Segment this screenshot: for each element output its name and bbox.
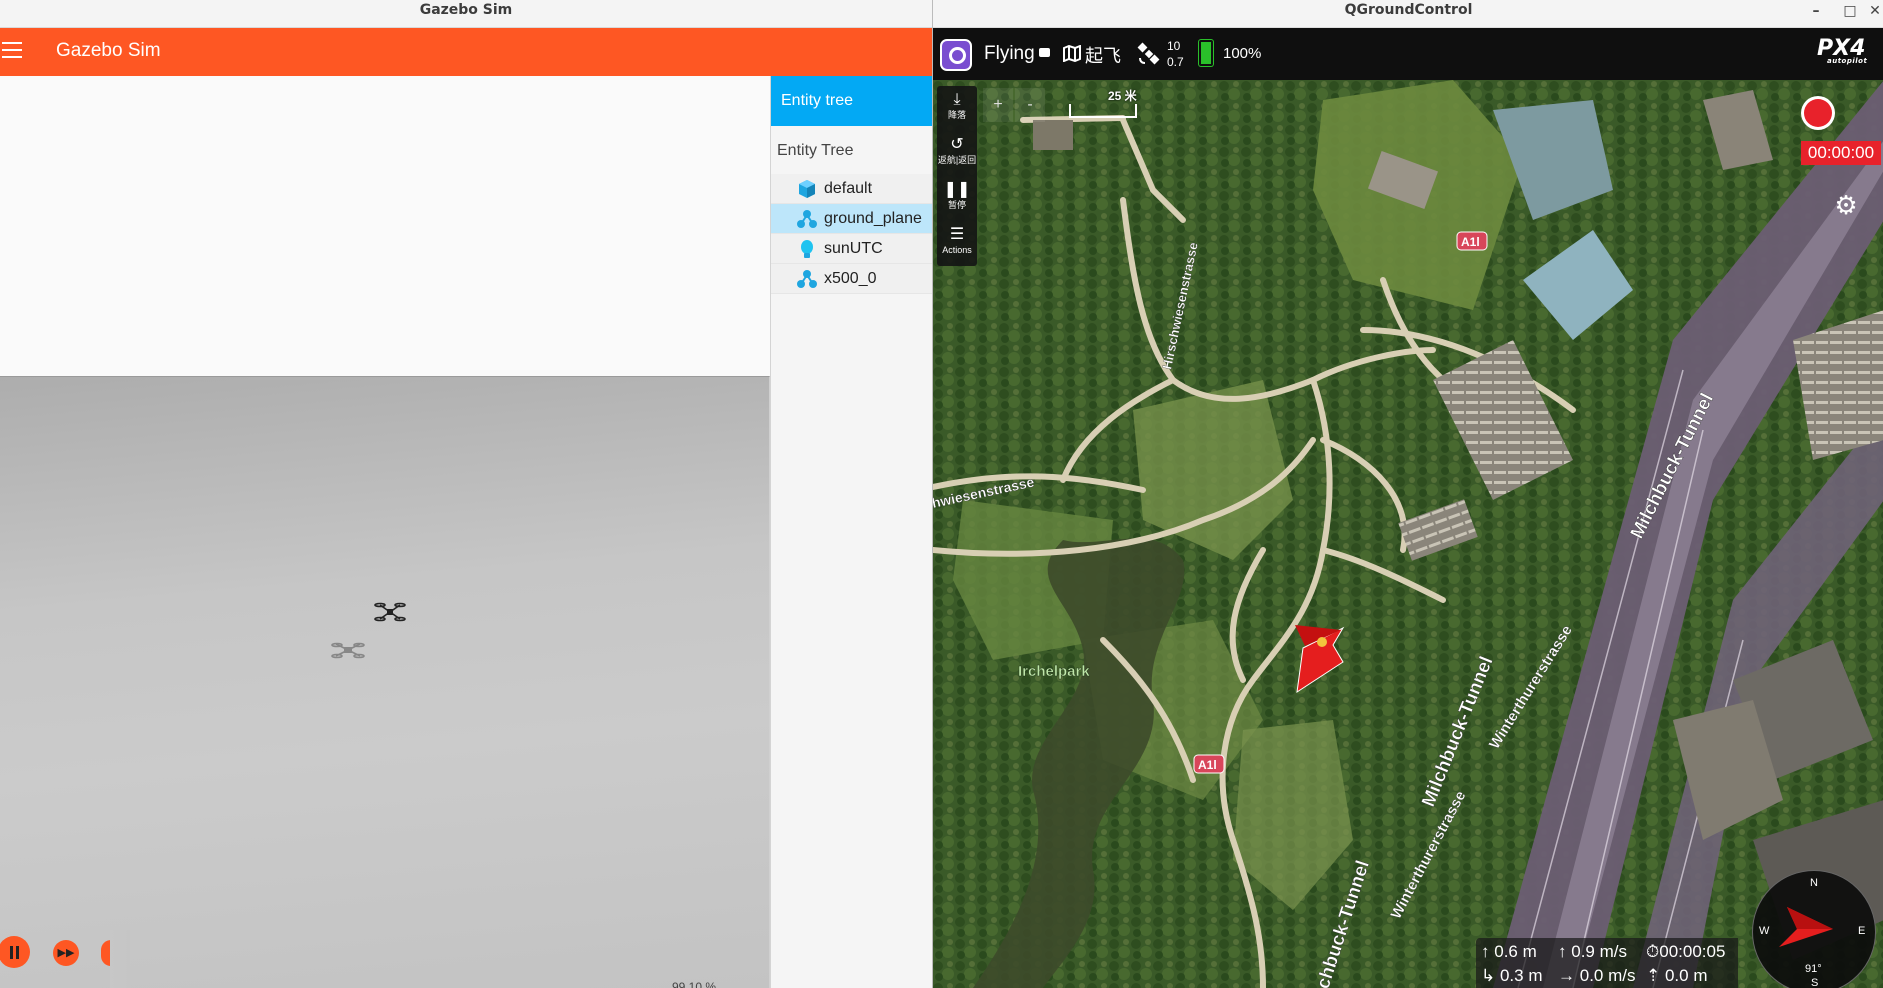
menu-icon: ☰ [949,226,965,243]
app-title: Gazebo Sim [56,40,161,61]
scene-overlay [110,930,130,988]
heading-arrow-icon [1779,907,1833,947]
model-icon [797,270,817,288]
compass-widget[interactable]: N E S W 91° [1752,870,1876,988]
drone-model [374,602,406,622]
flight-time-value: ⏱00:00:05 [1646,942,1726,961]
entity-label: x500_0 [824,270,877,287]
cube-icon [799,180,815,198]
zoom-in-button[interactable]: + [983,88,1013,122]
light-bulb-icon [801,240,813,258]
gps-hdop: 0.7 [1167,55,1184,69]
message-icon[interactable] [1039,48,1050,57]
gazebo-window-title: Gazebo Sim [0,0,932,28]
flight-mode-selector[interactable]: 起飞 [1085,42,1121,68]
flight-mode-icon [1063,45,1081,62]
land-button[interactable]: ⤓ 降落 [937,86,977,130]
entity-row-ground-plane[interactable]: ground_plane [771,204,932,234]
map-scale-label: 25 米 [1108,89,1137,103]
battery-percent: 100% [1223,45,1262,62]
entity-label: default [824,180,873,197]
return-icon: ↺ [950,136,964,153]
pause-icon: ❚❚ [943,181,971,198]
satellite-map[interactable]: Irchelpark hwiesenstrasse Hirschwiesenst… [933,80,1883,988]
vehicle-status[interactable]: Flying [984,43,1035,65]
window-title-text: QGroundControl [1344,2,1473,18]
model-icon [797,210,817,228]
map-label-park: Irchelpark [1018,663,1090,680]
compass-west: W [1759,925,1770,937]
pause-button[interactable]: ❚❚ 暂停 [937,176,977,220]
hamburger-menu-icon[interactable] [2,42,24,62]
drone-shadow [331,642,365,659]
gazebo-toolbar: Gazebo Sim [0,28,932,76]
highway-shield-text: A1l [1461,235,1480,249]
fast-forward-icon: ▶▶ [57,947,75,959]
telemetry-panel[interactable]: ↑ 0.6 m ↑ 0.9 m/s ⏱00:00:05 ↳ 0.3 m → 0.… [1476,938,1738,988]
gps-satellite-icon[interactable] [1136,41,1162,67]
gazebo-window: Gazebo Sim Gazebo Sim ▶▶ 99.10 % Entity … [0,0,932,988]
battery-icon[interactable] [1199,40,1213,66]
qgc-window-title: QGroundControl – □ ✕ [933,0,1883,28]
gps-satellite-count: 10 [1167,39,1181,53]
highway-shield: A1l [1456,231,1488,251]
qgc-logo-icon[interactable] [940,39,972,71]
compass-north: N [1810,877,1818,889]
tool-label: Actions [942,245,972,255]
zoom-out-button[interactable]: - [1015,88,1045,122]
record-button[interactable] [1801,96,1835,130]
px4-brand-logo: PX4 autopilot [1817,36,1875,70]
entity-tree-header: Entity Tree [777,142,854,159]
recording-time: 00:00:00 [1801,141,1881,165]
entity-label: ground_plane [824,210,922,227]
tab-entity-tree[interactable]: Entity tree [771,76,932,126]
tool-label: 返航|返回 [937,155,977,165]
flight-toolstrip: ⤓ 降落 ↺ 返航|返回 ❚❚ 暂停 ☰ Actions [937,86,977,266]
entity-row-x500[interactable]: x500_0 [771,264,932,294]
qgroundcontrol-window: QGroundControl – □ ✕ Flying 起飞 10 0.7 10… [932,0,1883,988]
map-scale-bar [1069,104,1137,118]
brand-subtitle: autopilot [1827,57,1868,65]
vertical-speed-value: ↑ 0.9 m/s [1558,942,1627,961]
altitude-value: ↑ 0.6 m [1481,942,1537,961]
compass-south: S [1811,977,1819,988]
distance-value: ↳ 0.3 m [1481,966,1543,985]
home-distance-value: ⇡ 0.0 m [1646,966,1708,985]
gear-icon[interactable]: ⚙ [1833,192,1859,218]
right-dock-panel: Entity tree Entity Tree default ground_p… [770,76,932,988]
maximize-button[interactable]: □ [1840,3,1860,21]
close-button[interactable]: ✕ [1865,3,1883,21]
entity-row-default[interactable]: default [771,174,932,204]
entity-tree: default ground_plane sunUTC x500_0 [771,174,932,294]
real-time-factor: 99.10 % [672,980,717,988]
heading-value: 91° [1805,963,1822,975]
compass-east: E [1858,925,1866,937]
tool-label: 暂停 [947,200,966,210]
highway-shield-text: A1l [1198,758,1217,772]
step-button[interactable]: ▶▶ [53,940,79,966]
map-imagery: Irchelpark hwiesenstrasse Hirschwiesenst… [933,80,1883,988]
ground-speed-value: → 0.0 m/s [1558,966,1636,985]
entity-row-sunutc[interactable]: sunUTC [771,234,932,264]
highway-shield: A1l [1193,754,1225,774]
minimize-button[interactable]: – [1806,3,1826,21]
return-button[interactable]: ↺ 返航|返回 [937,131,977,175]
empty-plugin-area [0,76,770,376]
qgc-toolbar: Flying 起飞 10 0.7 100% PX4 autopilot [933,28,1883,80]
land-icon: ⤓ [953,91,961,108]
entity-label: sunUTC [824,240,883,257]
3d-scene-viewport[interactable] [0,376,770,988]
tool-label: 降落 [947,110,966,120]
actions-button[interactable]: ☰ Actions [937,221,977,265]
